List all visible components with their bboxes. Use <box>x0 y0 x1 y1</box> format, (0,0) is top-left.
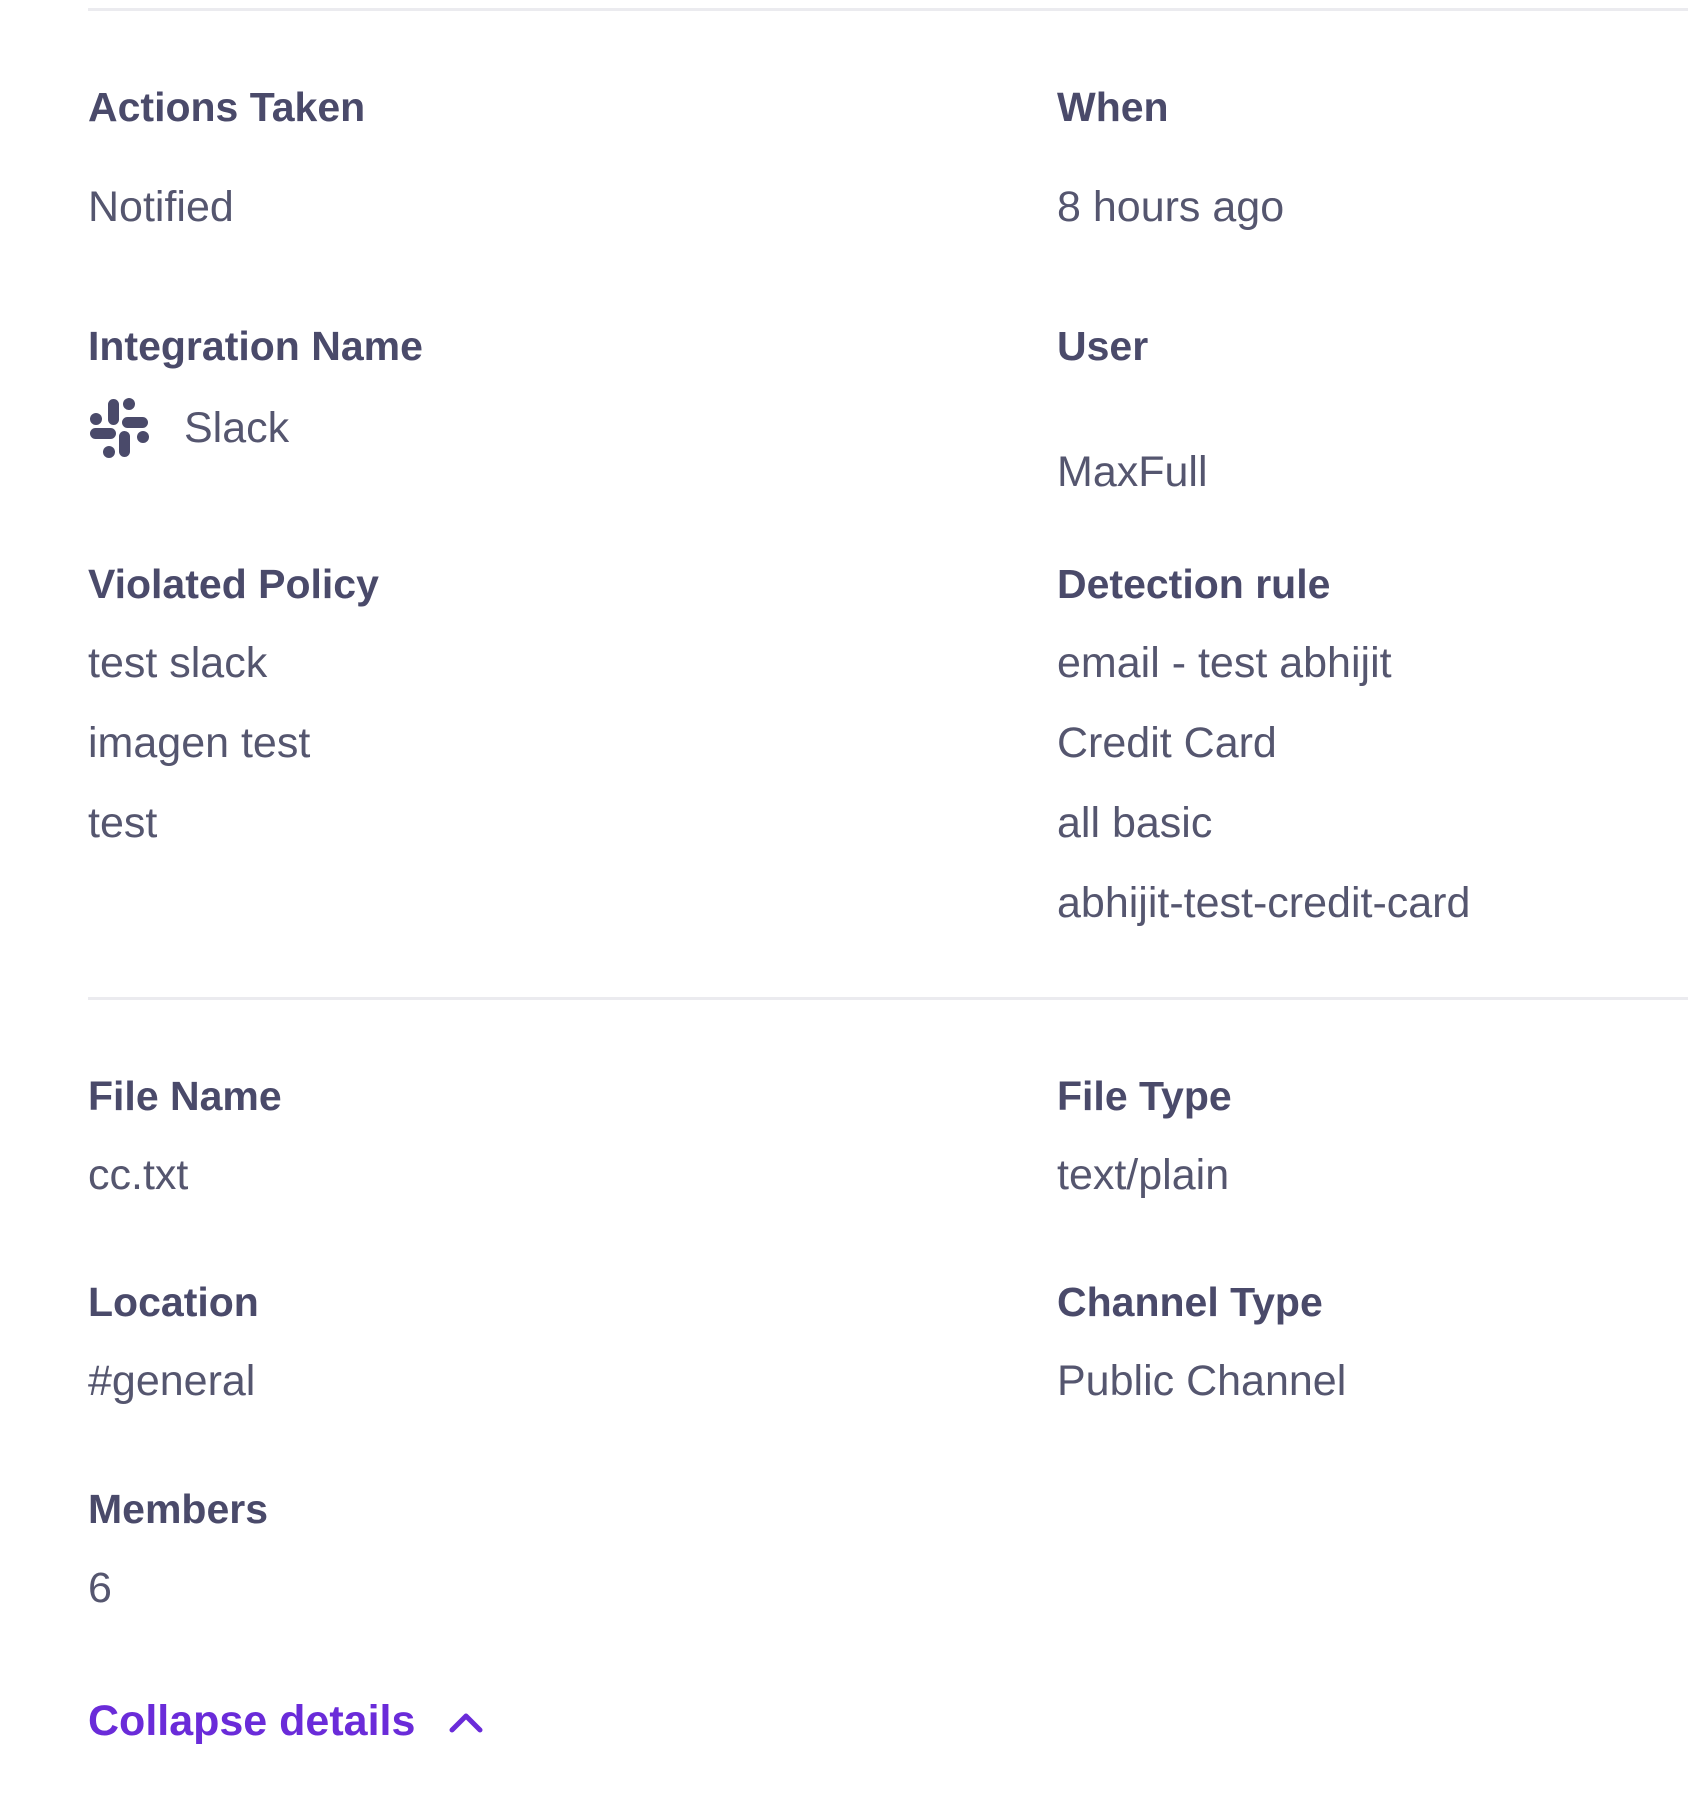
file-type-field: File Type text/plain <box>1057 1076 1232 1197</box>
actions-taken-field: Actions Taken Notified <box>88 87 365 229</box>
detection-rule-item: all basic <box>1057 799 1213 847</box>
violated-policy-item: imagen test <box>88 719 311 767</box>
actions-taken-label: Actions Taken <box>88 84 366 130</box>
file-name-value: cc.txt <box>88 1151 189 1199</box>
file-type-value: text/plain <box>1057 1151 1230 1199</box>
slack-icon <box>90 398 149 458</box>
members-field: Members 6 <box>88 1489 268 1610</box>
integration-name-field: Integration Name Slack <box>88 326 423 459</box>
file-type-label: File Type <box>1057 1073 1232 1119</box>
user-label: User <box>1057 323 1149 369</box>
members-label: Members <box>88 1486 269 1532</box>
violated-policy-item: test <box>88 799 158 847</box>
detection-rule-item: email - test abhijit <box>1057 639 1392 687</box>
section-divider <box>88 997 1688 1000</box>
when-field: When 8 hours ago <box>1057 87 1284 229</box>
location-label: Location <box>88 1279 259 1325</box>
collapse-details-label: Collapse details <box>88 1697 416 1745</box>
detection-rule-list: email - test abhijit Credit Card all bas… <box>1057 642 1470 925</box>
actions-taken-value: Notified <box>88 183 234 231</box>
detection-rule-label: Detection rule <box>1057 561 1331 607</box>
when-value: 8 hours ago <box>1057 183 1285 231</box>
chevron-up-icon <box>449 1713 483 1732</box>
violated-policy-list: test slack imagen test test <box>88 642 379 845</box>
members-value: 6 <box>88 1564 112 1612</box>
channel-type-label: Channel Type <box>1057 1279 1323 1325</box>
channel-type-value: Public Channel <box>1057 1357 1347 1405</box>
integration-value-row: Slack <box>88 397 423 459</box>
user-field: User MaxFull <box>1057 326 1208 494</box>
file-name-field: File Name cc.txt <box>88 1076 282 1197</box>
integration-name-value: Slack <box>184 403 290 452</box>
violated-policy-item: test slack <box>88 639 268 687</box>
file-name-label: File Name <box>88 1073 282 1119</box>
collapse-details-button[interactable]: Collapse details <box>88 1700 487 1743</box>
top-divider <box>88 8 1688 11</box>
violated-policy-field: Violated Policy test slack imagen test t… <box>88 564 379 845</box>
channel-type-field: Channel Type Public Channel <box>1057 1282 1346 1403</box>
when-label: When <box>1057 84 1169 130</box>
detection-rule-field: Detection rule email - test abhijit Cred… <box>1057 564 1470 925</box>
location-value: #general <box>88 1357 256 1405</box>
user-value: MaxFull <box>1057 448 1208 496</box>
location-field: Location #general <box>88 1282 259 1403</box>
detection-rule-item: Credit Card <box>1057 719 1277 767</box>
integration-name-label: Integration Name <box>88 323 423 369</box>
violated-policy-label: Violated Policy <box>88 561 379 607</box>
detection-rule-item: abhijit-test-credit-card <box>1057 879 1471 927</box>
